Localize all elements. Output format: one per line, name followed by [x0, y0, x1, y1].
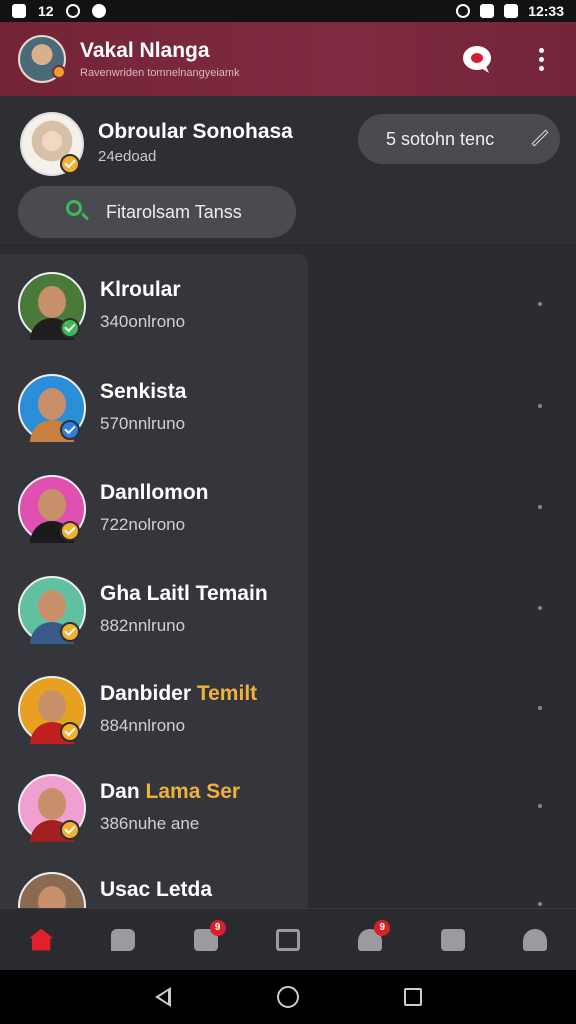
- status-bar: 12 12:33: [0, 0, 576, 22]
- profile-icon: [522, 928, 547, 951]
- contact-name: Dan Lama Ser: [100, 780, 241, 803]
- edit-status-button[interactable]: 5 sotohn tenc: [358, 114, 560, 164]
- status-time: 12:33: [528, 3, 564, 19]
- notification-badge: 9: [374, 919, 391, 936]
- dot-icon: [538, 505, 542, 509]
- contact-name: Gha Laitl Temain: [100, 582, 268, 605]
- contact-name: Senkista: [100, 380, 187, 403]
- contact-meta: 386nuhe ane: [100, 814, 200, 833]
- row-more-button[interactable]: [530, 598, 550, 618]
- profile-section: Obroular Sonohasa 24edoad 5 sotohn tenc …: [0, 96, 576, 246]
- verified-badge-icon: [60, 820, 80, 840]
- status-right: 12:33: [456, 3, 564, 19]
- list-item[interactable]: Klroular 340onlrono: [0, 272, 576, 372]
- profile-status: 24edoad: [98, 148, 157, 165]
- list-item[interactable]: Danbider Temilt 884nnlrono: [0, 676, 576, 776]
- search-input[interactable]: Fitarolsam Tanss: [18, 186, 296, 238]
- status-left: 12: [12, 3, 106, 19]
- home-circle-icon: [276, 986, 299, 1008]
- header-titles: Vakal Nlanga Ravenwriden tomnelnangyeiam…: [80, 39, 240, 79]
- contact-meta: 570nnlruno: [100, 414, 186, 433]
- notification-badge: 9: [209, 919, 226, 936]
- pencil-icon: [531, 129, 549, 147]
- row-more-button[interactable]: [530, 698, 550, 718]
- nav-groups[interactable]: 9: [350, 919, 391, 960]
- header-avatar[interactable]: [18, 35, 66, 83]
- nav-profile[interactable]: [515, 920, 555, 960]
- dot-icon: [538, 404, 542, 408]
- header-subtitle: Ravenwriden tomnelnangyeiamk: [80, 67, 240, 79]
- row-more-button[interactable]: [530, 497, 550, 517]
- contact-meta: 884nnlrono: [100, 716, 186, 735]
- recents-button[interactable]: [398, 982, 428, 1012]
- nav-chats[interactable]: [103, 920, 143, 960]
- more-options-button[interactable]: [524, 42, 558, 76]
- list-item[interactable]: Danllomon 722nolrono: [0, 475, 576, 575]
- dot-icon: [538, 606, 542, 610]
- header-title: Vakal Nlanga: [80, 39, 210, 62]
- verified-badge-icon: [60, 722, 80, 742]
- search-icon: [66, 200, 82, 216]
- profile-name: Obroular Sonohasa: [98, 120, 293, 143]
- back-icon: [154, 987, 171, 1007]
- sync-icon: [65, 4, 80, 18]
- row-more-button[interactable]: [530, 294, 550, 314]
- sim-icon: [12, 4, 26, 18]
- list-item[interactable]: Senkista 570nnlruno: [0, 374, 576, 474]
- lock-box-icon: [275, 928, 300, 951]
- row-more-button[interactable]: [530, 396, 550, 416]
- notification-count: 12: [38, 3, 54, 19]
- chat-icon: [463, 46, 491, 73]
- nav-home[interactable]: [21, 920, 61, 960]
- search-placeholder: Fitarolsam Tanss: [106, 201, 242, 222]
- dot-icon: [538, 706, 542, 710]
- verified-badge-icon: [60, 318, 80, 338]
- verified-badge-icon: [60, 622, 80, 642]
- wifi-icon: [480, 4, 495, 18]
- recents-icon: [404, 988, 423, 1006]
- screen: 12 12:33 Vakal Nlanga Ravenwriden tomnel…: [0, 0, 576, 1024]
- nav-documents[interactable]: 9: [186, 919, 226, 960]
- list-item[interactable]: Dan Lama Ser 386nuhe ane: [0, 774, 576, 874]
- nav-vault[interactable]: [268, 920, 308, 960]
- home-icon: [29, 928, 54, 951]
- verified-badge-icon: [60, 420, 80, 440]
- contact-list: Klroular 340onlrono Senkista 570nnlruno …: [0, 254, 576, 910]
- dot-icon: [538, 302, 542, 306]
- notification-icon: [91, 4, 106, 18]
- home-button[interactable]: [273, 982, 303, 1012]
- dot-icon: [538, 804, 542, 808]
- bluetooth-icon: [456, 4, 471, 18]
- verified-badge-icon: [60, 154, 80, 174]
- row-more-button[interactable]: [530, 796, 550, 816]
- contact-meta: 340onlrono: [100, 312, 186, 331]
- nav-work[interactable]: [433, 920, 473, 960]
- bottom-nav: 9 9: [0, 908, 576, 970]
- contact-name: Danbider Temilt: [100, 682, 258, 705]
- chat-bubble-icon: [111, 928, 136, 951]
- briefcase-icon: [440, 928, 465, 951]
- contact-name: Danllomon: [100, 481, 209, 504]
- list-item[interactable]: Usac Letda: [0, 872, 576, 910]
- contact-meta: 722nolrono: [100, 515, 186, 534]
- header-actions: [460, 42, 558, 76]
- app-header: Vakal Nlanga Ravenwriden tomnelnangyeiam…: [0, 22, 576, 96]
- contact-meta: 882nnlruno: [100, 616, 186, 635]
- list-item[interactable]: Gha Laitl Temain 882nnlruno: [0, 576, 576, 676]
- contact-name: Klroular: [100, 278, 181, 301]
- contact-name: Usac Letda: [100, 878, 213, 901]
- more-icon: [538, 47, 544, 71]
- status-pill-label: 5 sotohn tenc: [386, 128, 495, 149]
- back-button[interactable]: [148, 982, 178, 1012]
- verified-badge-icon: [60, 521, 80, 541]
- chat-button[interactable]: [460, 42, 494, 76]
- system-nav: [0, 970, 576, 1024]
- avatar: [18, 872, 86, 910]
- header-avatar-badge: [52, 65, 66, 79]
- dot-icon: [538, 902, 542, 906]
- battery-icon: [504, 4, 519, 18]
